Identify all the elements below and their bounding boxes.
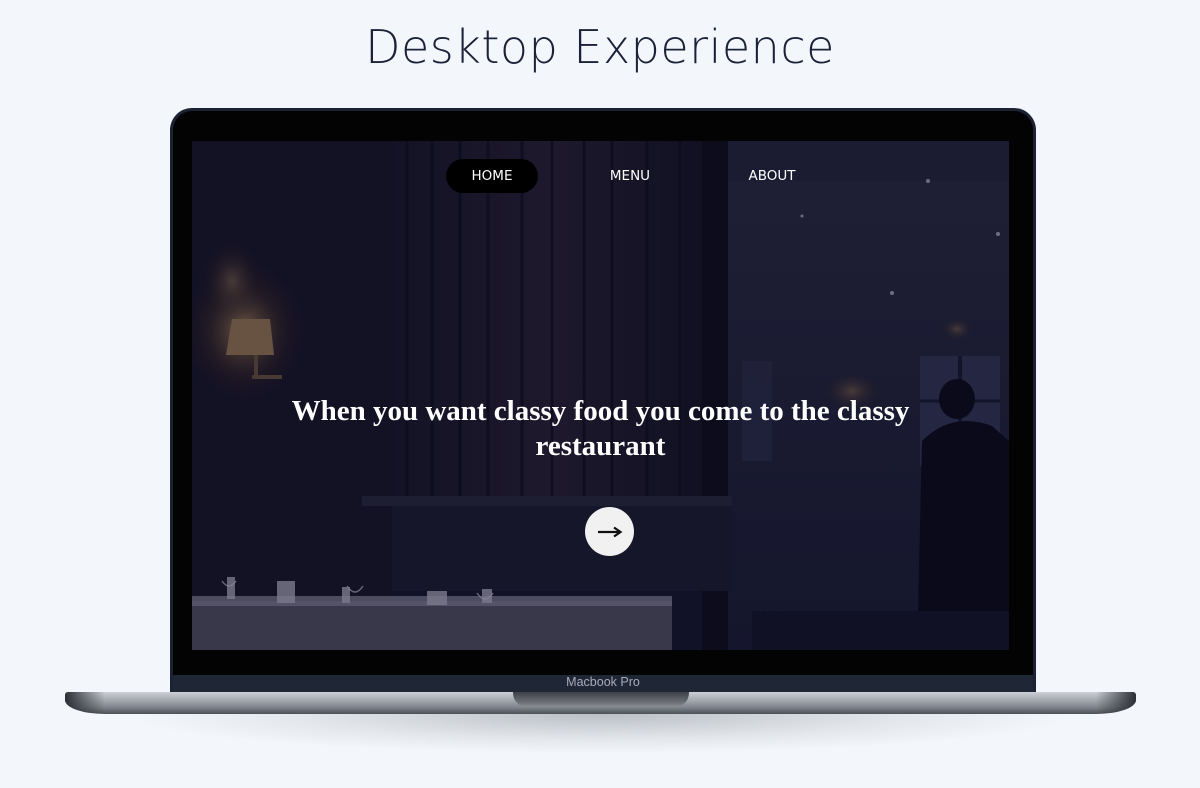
website-screen: HOME MENU ABOUT When you want classy foo… [192, 141, 1009, 650]
hero-heading: When you want classy food you come to th… [291, 395, 910, 462]
laptop-shadow [120, 714, 1080, 754]
laptop-base-right-edge [1096, 692, 1136, 714]
laptop-base-left-edge [65, 692, 105, 714]
page-title: Desktop Experience [365, 20, 835, 74]
nav-menu-link[interactable]: MENU [585, 159, 675, 193]
nav-home-link[interactable]: HOME [446, 159, 538, 193]
arrow-right-icon [597, 526, 622, 537]
hero-arrow-button[interactable] [585, 507, 634, 556]
site-nav: HOME MENU ABOUT [192, 159, 1009, 193]
nav-about-link[interactable]: ABOUT [727, 159, 817, 193]
laptop-opening-notch [513, 692, 689, 707]
device-label: Macbook Pro [566, 675, 640, 689]
